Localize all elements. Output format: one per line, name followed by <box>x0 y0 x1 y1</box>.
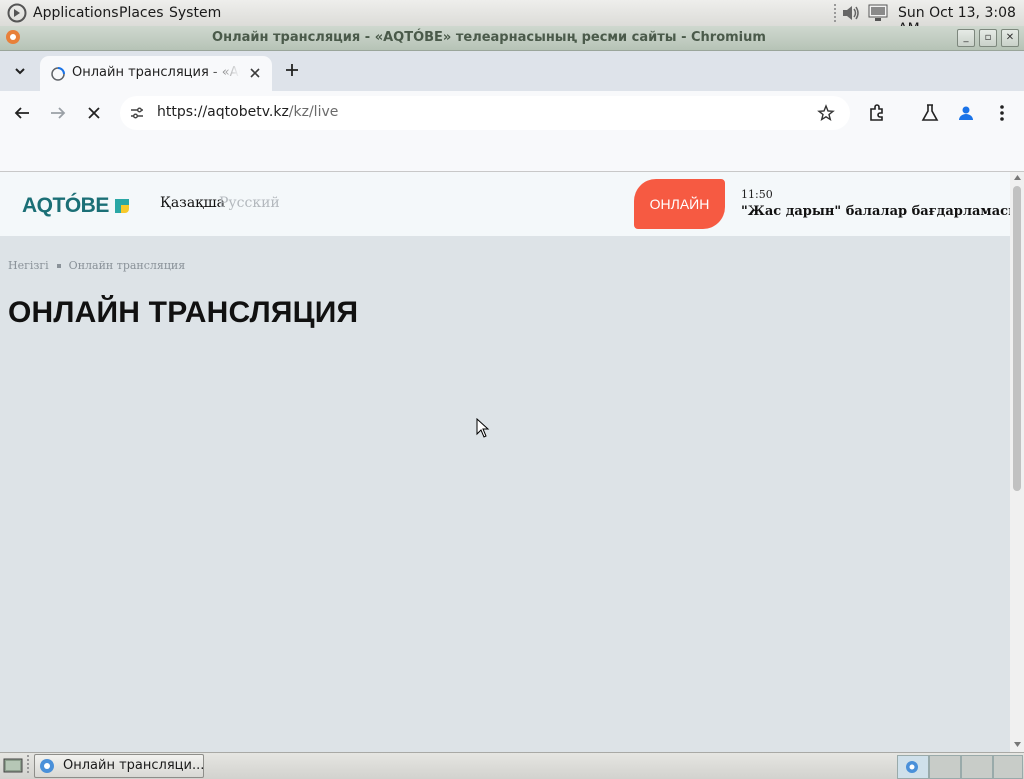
workspace-chromium-icon <box>906 761 918 773</box>
address-bar[interactable]: https://aqtobetv.kz/kz/live <box>120 96 850 130</box>
web-page: AQTÓBE Қазақша Русский ОНЛАЙН 11:50 "Жас… <box>0 172 1010 752</box>
tab-title: Онлайн трансляция - «AQTÓBE» телеарнасын… <box>72 65 240 80</box>
logo-mark-icon <box>114 199 129 213</box>
site-header: AQTÓBE Қазақша Русский ОНЛАЙН 11:50 "Жас… <box>0 172 1010 236</box>
new-tab-icon[interactable] <box>284 62 300 78</box>
site-info-icon[interactable] <box>129 105 145 121</box>
bookmarks-bar <box>0 135 1024 172</box>
system-top-panel: Applications Places System Sun Oct 13, 3… <box>0 0 1024 37</box>
lang-kazakh-link[interactable]: Қазақша <box>160 195 225 211</box>
tab-strip: Онлайн трансляция - «AQTÓBE» телеарнасын… <box>0 51 1024 92</box>
bottom-taskbar: Онлайн трансляци... <box>0 752 1024 779</box>
applications-menu[interactable]: Applications <box>33 5 119 21</box>
maximize-button[interactable]: ▫ <box>979 29 997 47</box>
url-domain: https://aqtobetv.kz <box>157 104 289 120</box>
system-menu[interactable]: System <box>169 5 221 21</box>
window-title: Онлайн трансляция - «AQTÓBE» телеарнасын… <box>212 30 766 45</box>
url-path: /kz/live <box>288 104 339 120</box>
online-button[interactable]: ОНЛАЙН <box>634 179 725 229</box>
logo-text: AQTÓBE <box>22 194 109 217</box>
network-icon[interactable] <box>867 3 891 23</box>
lang-russian-link[interactable]: Русский <box>219 195 280 211</box>
tab-active[interactable]: Онлайн трансляция - «AQTÓBE» телеарнасын… <box>40 56 272 92</box>
forward-icon[interactable] <box>49 104 67 122</box>
scroll-up-arrow-icon[interactable] <box>1014 175 1021 180</box>
loading-globe-icon <box>51 67 65 81</box>
profile-avatar-icon[interactable] <box>956 103 976 123</box>
menu-kebab-icon[interactable] <box>994 103 1010 123</box>
window-titlebar[interactable]: Онлайн трансляция - «AQTÓBE» телеарнасын… <box>0 26 1024 51</box>
close-window-button[interactable]: ✕ <box>1001 29 1019 47</box>
panel-handle <box>834 4 836 22</box>
workspace-1[interactable] <box>897 755 929 779</box>
taskbar-window-label: Онлайн трансляци... <box>63 758 205 773</box>
mouse-cursor-icon <box>476 418 490 438</box>
tab-search-icon[interactable] <box>12 63 28 79</box>
workspace-4[interactable] <box>993 755 1023 779</box>
volume-icon[interactable] <box>840 3 862 23</box>
close-tab-icon[interactable] <box>248 66 262 80</box>
places-menu[interactable]: Places <box>119 5 164 21</box>
stop-loading-icon[interactable] <box>85 104 103 122</box>
page-title: ОНЛАЙН ТРАНСЛЯЦИЯ <box>8 296 359 329</box>
extensions-icon[interactable] <box>867 103 887 123</box>
minimize-button[interactable]: _ <box>957 29 975 47</box>
scroll-down-arrow-icon[interactable] <box>1014 742 1021 747</box>
gnome-foot-icon[interactable] <box>7 3 27 23</box>
taskbar-handle <box>27 755 29 775</box>
back-icon[interactable] <box>13 104 31 122</box>
taskbar-window-button[interactable]: Онлайн трансляци... <box>34 754 204 778</box>
online-button-label: ОНЛАЙН <box>649 196 710 212</box>
site-logo[interactable]: AQTÓBE <box>22 194 131 218</box>
workspace-2[interactable] <box>929 755 961 779</box>
breadcrumb: Негізгі Онлайн трансляция <box>8 259 185 272</box>
bookmark-star-icon[interactable] <box>817 104 835 122</box>
schedule-time: 11:50 <box>741 188 773 201</box>
url-text[interactable]: https://aqtobetv.kz/kz/live <box>157 104 338 120</box>
labs-flask-icon[interactable] <box>921 103 939 123</box>
breadcrumb-current: Онлайн трансляция <box>68 259 186 272</box>
scrollbar-thumb[interactable] <box>1013 186 1021 491</box>
page-scrollbar[interactable] <box>1010 172 1024 752</box>
workspace-3[interactable] <box>961 755 993 779</box>
schedule-title[interactable]: "Жас дарын" балалар бағдарламасы <box>741 204 1010 219</box>
breadcrumb-home[interactable]: Негізгі <box>8 259 49 272</box>
browser-toolbar: https://aqtobetv.kz/kz/live <box>0 91 1024 135</box>
breadcrumb-separator <box>56 263 61 268</box>
chromium-taskbar-icon <box>39 758 55 774</box>
show-desktop-icon[interactable] <box>3 757 23 775</box>
